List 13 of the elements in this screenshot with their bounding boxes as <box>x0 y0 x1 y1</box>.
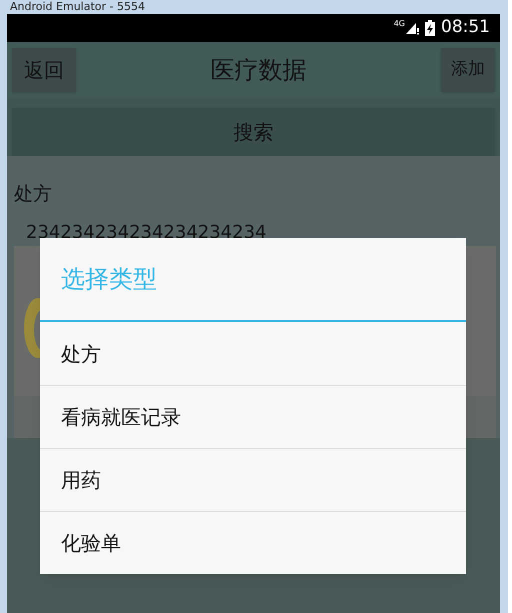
dialog-option[interactable]: 看病就医记录 <box>40 385 466 448</box>
clock: 08:51 <box>441 16 490 40</box>
screen-title: 医疗数据 <box>210 55 306 86</box>
record-value: 234234234234234234234 <box>26 221 266 245</box>
network-label: 4G <box>394 20 405 28</box>
dialog-option[interactable]: 用药 <box>40 448 466 511</box>
battery-icon <box>425 20 435 36</box>
record-type: 处方 <box>14 182 52 207</box>
dialog-option[interactable]: 化验单 <box>40 511 466 574</box>
signal-icon <box>405 21 419 35</box>
dialog-option[interactable]: 处方 <box>40 322 466 385</box>
dialog-title: 选择类型 <box>60 264 158 295</box>
window-title: Android Emulator - 5554 <box>10 0 145 13</box>
